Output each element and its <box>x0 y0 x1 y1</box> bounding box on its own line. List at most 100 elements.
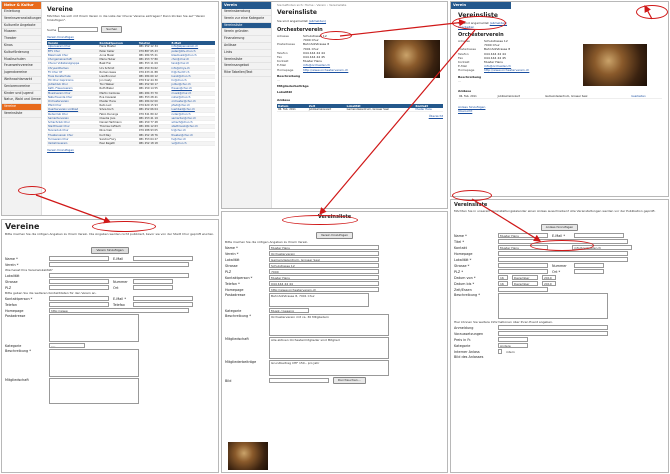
sidebar-item[interactable]: Seniorenvereine <box>2 84 41 91</box>
homepage-input[interactable]: http://www. <box>49 308 189 313</box>
sidebar-item[interactable]: Weihnachtsmarkt <box>2 77 41 84</box>
lokal-input[interactable] <box>498 257 628 262</box>
beschreibung-textarea[interactable] <box>498 293 608 319</box>
sidebar-item[interactable]: Kulturelle Angebote <box>2 23 41 30</box>
ort-input[interactable] <box>574 269 604 274</box>
field-input[interactable]: 044 444 44 44 <box>269 281 379 286</box>
month-from-select[interactable]: Dezember <box>512 275 538 280</box>
bild-input[interactable] <box>269 378 329 383</box>
sidebar-item[interactable]: Kinos <box>2 43 41 50</box>
kategorie-select[interactable]: Andere <box>498 343 528 348</box>
add-verein-link[interactable]: Verein hinzufügen <box>47 35 215 39</box>
main-content: Vereine Möchten Sie sich mit Ihrem Verei… <box>44 4 218 152</box>
mitgliedschaft-textarea[interactable] <box>49 378 139 404</box>
beschreibung-textarea[interactable]: Orchesterverein mit ca. 30 Mitgliedern <box>269 314 389 336</box>
voraus-input[interactable] <box>498 331 608 336</box>
beschreibung-textarea[interactable] <box>49 349 139 377</box>
anmeldung-input[interactable] <box>498 325 608 330</box>
fax-input[interactable] <box>133 302 193 307</box>
plz-input[interactable] <box>498 269 548 274</box>
mitgliedschaft-textarea[interactable]: Alle aktiven Orchestermitglieder sind Mi… <box>269 337 389 359</box>
sidebar-item[interactable]: Vereinsliste <box>222 57 271 64</box>
add-verein-link-bottom[interactable]: Verein hinzufügen <box>47 148 215 152</box>
detail-value[interactable]: http://www.orchesterverein.ch <box>303 68 350 72</box>
field-input[interactable]: Schulstrasse 12 <box>269 263 379 268</box>
kategorie-select[interactable]: Musik / Gesang <box>269 308 309 313</box>
day-from-select[interactable]: 16 <box>498 275 508 280</box>
overview-link[interactable]: Übersicht <box>277 114 443 118</box>
plz-input[interactable] <box>49 285 109 290</box>
sidebar-item[interactable]: Links <box>222 50 271 57</box>
field-input[interactable]: Muster Hans <box>269 275 379 280</box>
add-anlass-button[interactable]: Anlass hinzufügen <box>540 224 579 231</box>
sidebar-item[interactable]: Feuerwehrvereine <box>2 63 41 71</box>
field-input[interactable]: Orchesterverein <box>269 251 379 256</box>
sidebar-item[interactable]: Verein zur eine Kategorie <box>222 16 271 23</box>
sidebar-item[interactable]: Vereinsveranstaltungen <box>2 16 41 23</box>
year-to-select[interactable]: 2010 <box>542 281 556 286</box>
field-input[interactable]: Muster Hans <box>269 245 379 250</box>
sidebar-item[interactable]: Jugendvereine <box>2 70 41 77</box>
field-input[interactable]: Gemeindezentrum, Grosser Saal <box>269 257 379 262</box>
ort-input[interactable] <box>133 285 173 290</box>
sidebar-item[interactable]: Vereinsliste <box>2 111 41 118</box>
search-button[interactable]: Suchen <box>101 26 123 33</box>
sidebar-item[interactable]: Vereinsberatung <box>222 9 271 16</box>
verein-input[interactable] <box>49 262 189 267</box>
nummer-input[interactable] <box>574 263 604 268</box>
postadresse-textarea[interactable] <box>49 314 139 342</box>
sidebar-item[interactable]: Natur, Wald und Umwelt <box>2 97 41 105</box>
sidebar-item[interactable]: Kinder und Jugend <box>2 91 41 98</box>
name-input[interactable] <box>49 256 109 261</box>
telefon-input[interactable] <box>49 302 109 307</box>
add-verein-button[interactable]: Verein hinzufügen <box>315 232 354 239</box>
add-verein-button[interactable]: Verein hinzufügen <box>91 247 129 254</box>
preis-input[interactable] <box>498 337 528 342</box>
sidebar-item[interactable]: Musikschulen <box>2 57 41 64</box>
homepage-input[interactable] <box>498 251 628 256</box>
highlight-add-button <box>92 221 156 232</box>
sidebar-item[interactable]: Kulturförderung <box>2 50 41 57</box>
table-row[interactable]: Verkehrsverein Paul Rageth 081 252 18 18 vv… <box>47 141 215 147</box>
sidebar-item[interactable]: Anlässe <box>222 43 271 50</box>
sidebar-item[interactable]: Verein gründen <box>222 29 271 37</box>
sidebar-item[interactable]: Vereine <box>2 104 41 111</box>
kontakt-input[interactable] <box>49 296 109 301</box>
beitraege-textarea[interactable]: Grundbeitrag CHF 150.- pro Jahr <box>269 360 389 376</box>
mitgliedschaft-label: Mitgliedschaft <box>5 378 29 382</box>
kategorie-select[interactable]: ---- <box>49 343 85 348</box>
overview-link[interactable]: Übersicht <box>458 109 662 113</box>
search-input[interactable] <box>58 27 99 32</box>
nummer-input[interactable] <box>133 279 173 284</box>
day-to-select[interactable]: 16 <box>498 281 508 286</box>
month-to-select[interactable]: Dezember <box>512 281 538 286</box>
sidebar-item[interactable]: Einleitung <box>2 9 41 16</box>
sidebar-item[interactable]: Vereinsliste <box>222 22 271 30</box>
year-from-select[interactable]: 2010 <box>542 275 556 280</box>
upload-button[interactable]: Durchsuchen... <box>333 377 366 384</box>
lokal-input[interactable] <box>49 273 189 278</box>
detail-value[interactable]: http://www.orchesterverein.ch <box>484 68 531 72</box>
sidebar-item[interactable]: Museen <box>2 29 41 37</box>
strasse-input[interactable] <box>49 279 109 284</box>
table-cell[interactable]: bearbeiten <box>630 94 662 100</box>
sidebar-item[interactable]: Rike Tabellen/Text <box>222 70 271 77</box>
verein-name-cell[interactable]: Verkehrsverein <box>47 141 99 147</box>
email-input[interactable] <box>574 233 624 238</box>
sidebar-item[interactable]: Theater <box>2 36 41 43</box>
email-input[interactable] <box>133 256 193 261</box>
name-input[interactable]: Muster Hans <box>498 233 548 238</box>
sidebar-item[interactable]: Vereinsangebot <box>222 63 271 71</box>
field-input[interactable]: 7000 <box>269 269 379 274</box>
table-cell[interactable]: vv@chur.ch <box>170 141 215 147</box>
sidebar-item[interactable]: Finanzierung <box>222 36 271 43</box>
email2-input[interactable] <box>133 296 193 301</box>
verein-label: Verein * <box>5 262 19 267</box>
logout-link[interactable]: (abmelden) <box>309 19 326 23</box>
table-cell[interactable]: Muster Hans <box>414 107 443 113</box>
strasse-input[interactable] <box>498 263 548 268</box>
field-input[interactable]: http://www.orchesterverein.ch <box>269 287 379 292</box>
intern-checkbox[interactable] <box>498 349 502 354</box>
zeit-input[interactable] <box>498 287 548 292</box>
postadresse-textarea[interactable]: Bahnhofstrasse 8, 7001 Chur <box>269 293 369 307</box>
